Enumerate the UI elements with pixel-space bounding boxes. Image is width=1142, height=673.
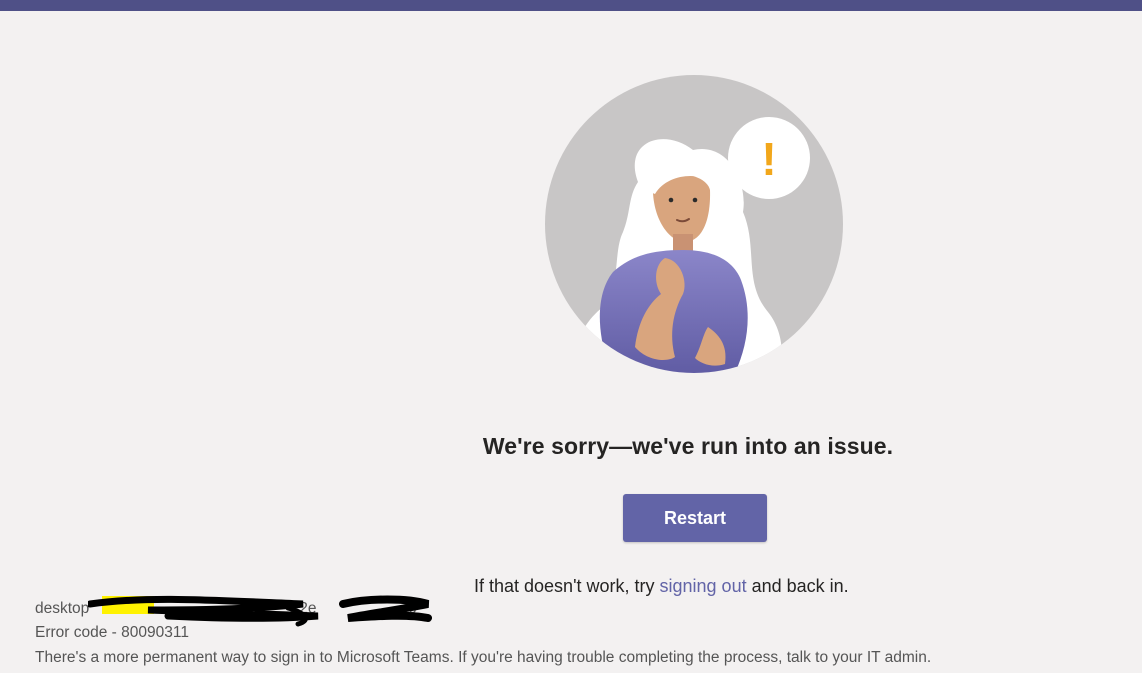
alert-icon: ! — [761, 133, 776, 185]
sign-out-link[interactable]: signing out — [660, 576, 747, 596]
error-headline: We're sorry—we've run into an issue. — [482, 433, 894, 459]
teams-error-page: ! We're sorry—we've run into an issue. R… — [0, 0, 1142, 673]
help-text-prefix: If that doesn't work, try — [474, 576, 660, 596]
session-id-prefix: desktop — [35, 600, 90, 617]
restart-button[interactable]: Restart — [623, 494, 767, 542]
sign-in-note: There's a more permanent way to sign in … — [35, 649, 932, 666]
thought-dot-small — [713, 184, 723, 194]
help-text: If that doesn't work, try signing out an… — [474, 576, 849, 597]
redaction-scribble — [88, 595, 432, 627]
help-text-suffix: and back in. — [746, 576, 849, 596]
error-illustration: ! — [545, 75, 843, 373]
error-code: Error code - 80090311 — [35, 624, 189, 641]
title-bar — [0, 0, 1142, 11]
